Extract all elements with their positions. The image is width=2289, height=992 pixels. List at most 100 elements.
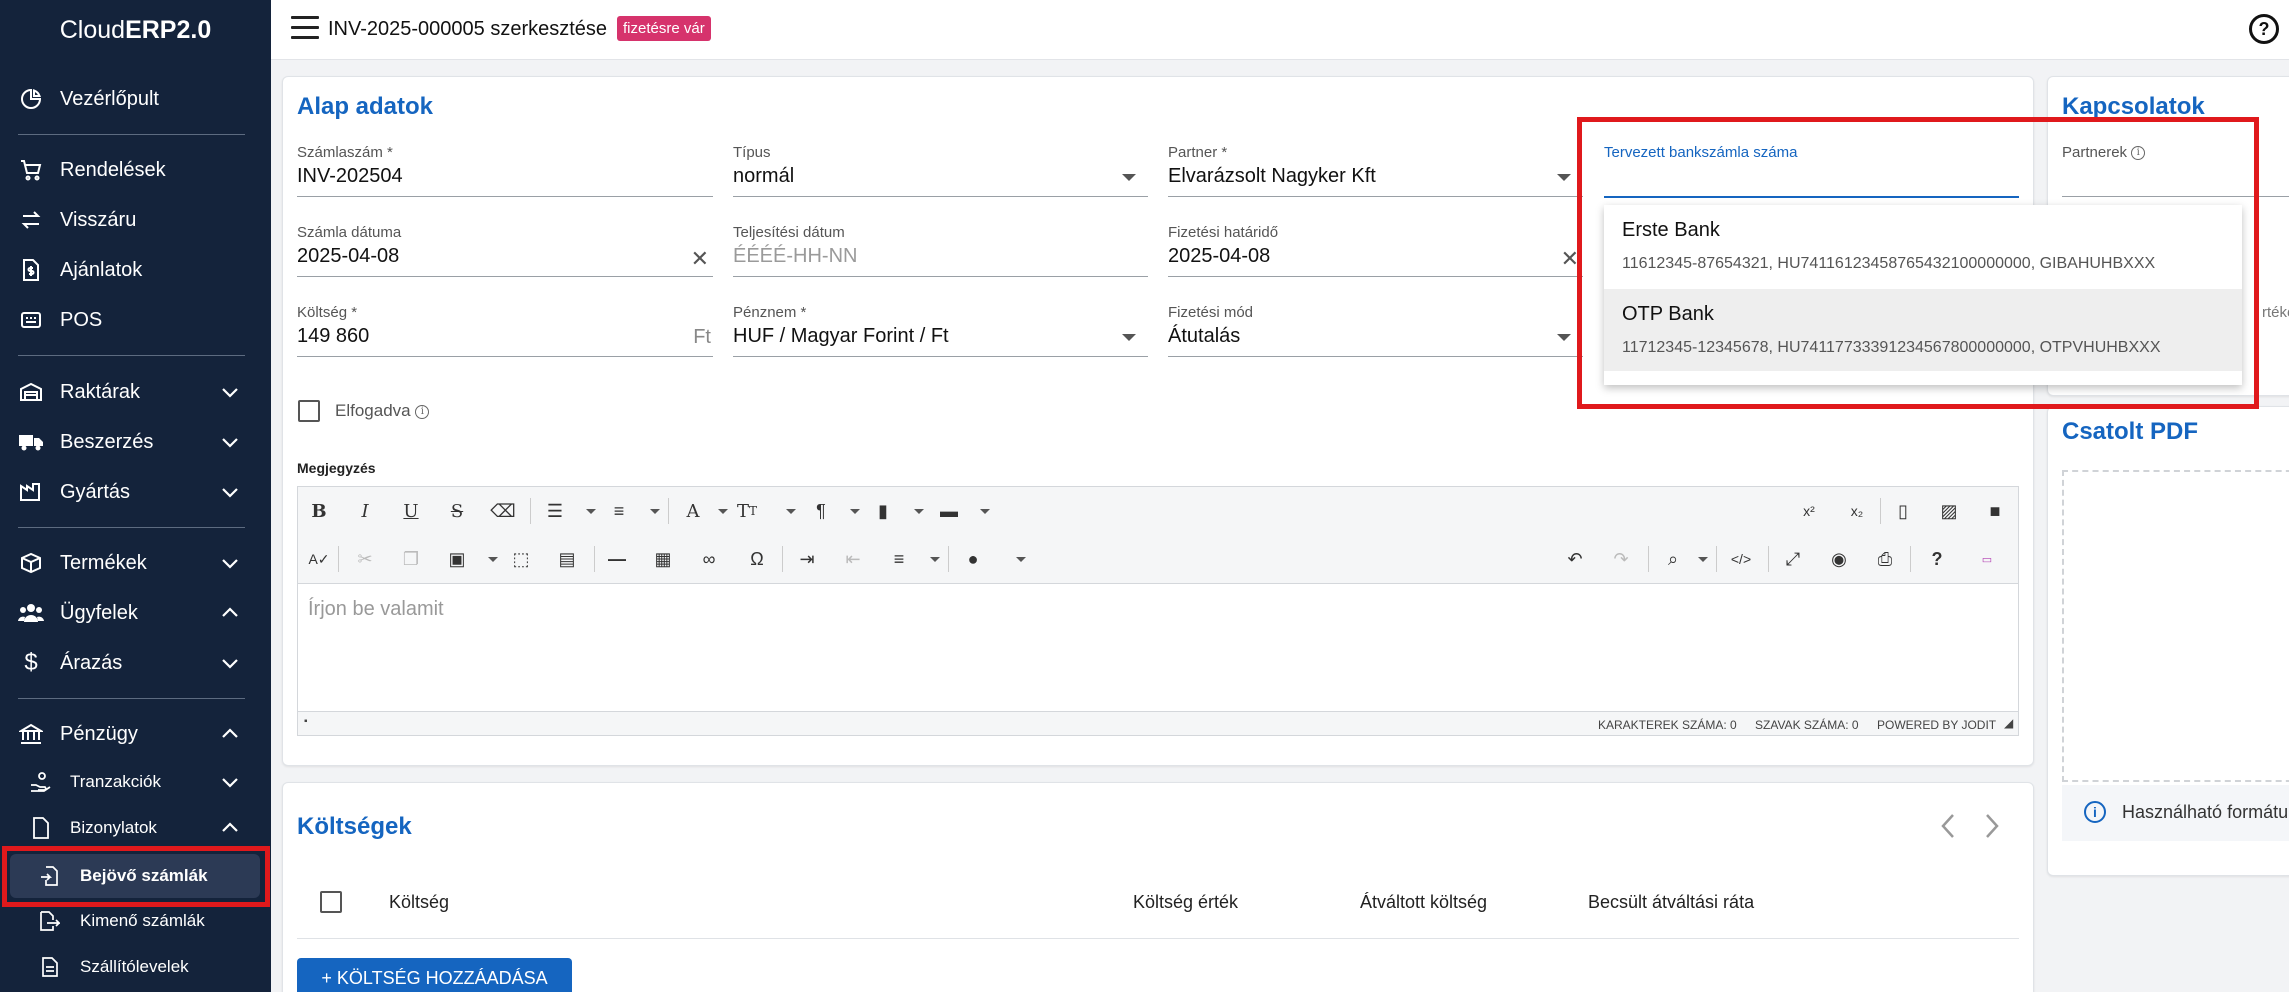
caret-down-icon[interactable] — [586, 509, 596, 514]
image-icon[interactable]: ▨ — [1934, 496, 1964, 526]
eraser-icon[interactable]: ⌫ — [488, 496, 518, 526]
chevron-left-icon[interactable] — [1938, 812, 1960, 840]
bold-icon[interactable]: B — [304, 496, 334, 526]
preview-eye-icon[interactable]: ◉ — [1824, 544, 1854, 574]
italic-icon[interactable]: I — [350, 496, 380, 526]
format-paint-icon[interactable]: ▤ — [552, 544, 582, 574]
help-icon[interactable]: ? — [1922, 544, 1952, 574]
invoice-number-field[interactable]: Számlaszám * INV-202504 — [297, 144, 713, 204]
chevron-up-icon[interactable] — [219, 817, 241, 839]
file-document-icon[interactable]: ▯ — [1888, 496, 1918, 526]
accepted-checkbox[interactable] — [298, 400, 320, 422]
editor-content[interactable]: Írjon be valamit — [298, 583, 2018, 711]
strikethrough-icon[interactable]: S — [442, 496, 472, 526]
sidebar-item-orders[interactable]: Rendelések — [0, 150, 271, 190]
caret-down-icon[interactable] — [1016, 557, 1026, 562]
chevron-down-icon[interactable] — [219, 552, 241, 574]
sidebar-item-purchasing[interactable]: Beszerzés — [0, 422, 271, 462]
subscript-icon[interactable]: x₂ — [1842, 496, 1872, 526]
sidebar-item-dashboard[interactable]: Vezérlőpult — [0, 79, 271, 119]
font-icon[interactable]: A — [678, 496, 708, 526]
currency-select[interactable]: Pénznem * HUF / Magyar Forint / Ft — [733, 304, 1148, 364]
align-icon[interactable]: ≡ — [884, 544, 914, 574]
help-icon[interactable]: ? — [2249, 14, 2279, 44]
chevron-down-icon[interactable] — [219, 771, 241, 793]
caret-down-icon[interactable] — [930, 557, 940, 562]
fullscreen-icon[interactable]: ⤢ — [1778, 544, 1808, 574]
caret-down-icon[interactable] — [850, 509, 860, 514]
chevron-down-icon[interactable] — [219, 381, 241, 403]
copy-icon[interactable]: ❐ — [396, 544, 426, 574]
file-icon[interactable]: ▮ — [868, 496, 898, 526]
due-date-field[interactable]: Fizetési határidő 2025-04-08 ✕ — [1168, 224, 1583, 284]
resize-handle-icon[interactable]: ◢ — [2004, 716, 2013, 730]
sidebar-item-pricing[interactable]: $ Árazás — [0, 643, 271, 683]
sidebar-item-pos[interactable]: POS — [0, 300, 271, 340]
numbered-list-icon[interactable]: ≡ — [604, 496, 634, 526]
partner-select[interactable]: Partner * Elvarázsolt Nagyker Kft — [1168, 144, 1583, 204]
sidebar-item-transactions[interactable]: Tranzakciók — [0, 762, 271, 802]
sidebar-divider — [18, 527, 245, 528]
undo-icon[interactable]: ↶ — [1560, 544, 1590, 574]
payment-method-select[interactable]: Fizetési mód Átutalás — [1168, 304, 1583, 364]
link-icon[interactable]: ∞ — [694, 544, 724, 574]
clear-icon[interactable]: ✕ — [691, 246, 709, 272]
menu-icon[interactable] — [291, 16, 319, 42]
bullet-list-icon[interactable]: ☰ — [540, 496, 570, 526]
caret-down-icon[interactable] — [1698, 557, 1708, 562]
source-code-icon[interactable]: </> — [1726, 544, 1756, 574]
sidebar-item-documents[interactable]: Bizonylatok — [0, 808, 271, 848]
sidebar: Cloud ERP 2.0 Vezérlőpult Rendelések Viss… — [0, 0, 271, 992]
caret-down-icon[interactable] — [980, 509, 990, 514]
print-icon[interactable]: ⎙ — [1870, 544, 1900, 574]
pdf-dropzone[interactable] — [2062, 470, 2289, 782]
chevron-right-icon[interactable] — [1980, 812, 2002, 840]
spellcheck-icon[interactable]: A✓ — [304, 544, 334, 574]
caret-down-icon[interactable] — [786, 509, 796, 514]
sidebar-item-finance[interactable]: Pénzügy — [0, 714, 271, 754]
chevron-down-icon[interactable] — [219, 652, 241, 674]
type-select[interactable]: Típus normál — [733, 144, 1148, 204]
wysiwyg-icon[interactable]: ▭ — [1972, 544, 2002, 574]
search-icon[interactable]: ⌕ — [1658, 544, 1688, 574]
select-all-costs-checkbox[interactable] — [320, 891, 342, 913]
sidebar-item-returns[interactable]: Visszáru — [0, 200, 271, 240]
paste-icon[interactable]: ▣ — [442, 544, 472, 574]
chevron-up-icon[interactable] — [219, 723, 241, 745]
caret-down-icon[interactable] — [488, 557, 498, 562]
chevron-down-icon[interactable] — [219, 481, 241, 503]
sidebar-item-delivery-notes[interactable]: Szállítólevelek — [0, 947, 271, 987]
underline-icon[interactable]: U — [396, 496, 426, 526]
sidebar-item-customers[interactable]: Ügyfelek — [0, 593, 271, 633]
image-block-icon[interactable]: ▬ — [934, 496, 964, 526]
color-drop-icon[interactable]: ● — [958, 544, 988, 574]
outdent-icon[interactable]: ⇤ — [838, 544, 868, 574]
caret-down-icon[interactable] — [914, 509, 924, 514]
paragraph-icon[interactable]: ¶ — [806, 496, 836, 526]
horizontal-rule-icon[interactable]: — — [602, 544, 632, 574]
superscript-icon[interactable]: x² — [1794, 496, 1824, 526]
invoice-date-field[interactable]: Számla dátuma 2025-04-08 ✕ — [297, 224, 713, 284]
fulfillment-date-field[interactable]: Teljesítési dátum ÉÉÉÉ-HH-NN — [733, 224, 1148, 284]
sidebar-item-quotes[interactable]: Ajánlatok — [0, 250, 271, 290]
sidebar-item-manufacturing[interactable]: Gyártás — [0, 472, 271, 512]
select-all-icon[interactable]: ⬚ — [506, 544, 536, 574]
indent-icon[interactable]: ⇥ — [792, 544, 822, 574]
caret-down-icon[interactable] — [650, 509, 660, 514]
add-cost-button[interactable]: + KÖLTSÉG HOZZÁADÁSA — [297, 958, 572, 992]
sidebar-item-outgoing-invoices[interactable]: Kimenő számlák — [0, 901, 271, 941]
sidebar-item-products[interactable]: Termékek — [0, 543, 271, 583]
chevron-up-icon[interactable] — [219, 602, 241, 624]
cost-field[interactable]: Költség * 149 860 Ft — [297, 304, 713, 364]
brand-logo[interactable]: Cloud ERP 2.0 — [0, 0, 271, 60]
table-icon[interactable]: ▦ — [648, 544, 678, 574]
video-icon[interactable]: ■ — [1980, 496, 2010, 526]
redo-icon[interactable]: ↷ — [1606, 544, 1636, 574]
symbol-icon[interactable]: Ω — [742, 544, 772, 574]
cut-icon[interactable]: ✂ — [350, 544, 380, 574]
sidebar-item-warehouses[interactable]: Raktárak — [0, 372, 271, 412]
caret-down-icon[interactable] — [718, 509, 728, 514]
chevron-down-icon[interactable] — [219, 431, 241, 453]
font-size-icon[interactable]: TT — [732, 496, 762, 526]
info-icon[interactable]: i — [415, 404, 430, 419]
